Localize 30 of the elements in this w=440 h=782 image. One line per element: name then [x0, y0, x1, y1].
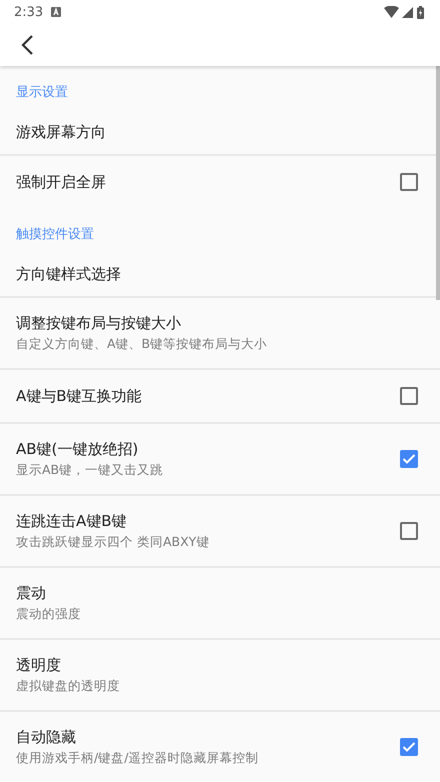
setting-title[interactable]: 强制开启全屏: [16, 172, 400, 192]
setting-title[interactable]: 自动隐藏: [16, 728, 400, 746]
setting-summary: 使用游戏手柄/键盘/遥控器时隐藏屏幕控制: [16, 750, 260, 766]
setting-title[interactable]: 震动: [16, 584, 418, 602]
setting-summary: 震动的强度: [16, 606, 82, 622]
battery-icon: [417, 6, 424, 18]
checkbox[interactable]: [400, 738, 418, 756]
signal-icon: [402, 6, 413, 18]
setting-title[interactable]: A键与B键互换功能: [16, 386, 400, 406]
setting-title[interactable]: AB键(一键放绝招): [16, 440, 400, 458]
checkbox[interactable]: [400, 173, 418, 191]
setting-summary: 虚拟键盘的透明度: [16, 678, 121, 694]
setting-title[interactable]: 透明度: [16, 656, 418, 674]
setting-title[interactable]: 连跳连击A键B键: [16, 512, 400, 530]
setting-summary: 自定义方向键、A键、B键等按键布局与大小: [16, 336, 268, 352]
notification-icon: [51, 7, 62, 17]
status-time: 2:33: [14, 4, 44, 20]
setting-summary: 攻击跳跃键显示四个 类同ABXY键: [16, 534, 210, 550]
section-header: 显示设置: [16, 84, 68, 100]
setting-summary: 显示AB键，一键又击又跳: [16, 462, 164, 478]
scrollbar[interactable]: [436, 66, 440, 300]
back-icon: [20, 34, 34, 56]
checkbox[interactable]: [400, 522, 418, 540]
setting-title[interactable]: 游戏屏幕方向: [16, 123, 418, 142]
wifi-icon: [384, 6, 399, 18]
checkbox[interactable]: [400, 387, 418, 405]
setting-title[interactable]: 调整按键布局与按键大小: [16, 314, 418, 332]
checkbox[interactable]: [400, 450, 418, 468]
setting-title[interactable]: 方向键样式选择: [16, 265, 418, 284]
section-header: 触摸控件设置: [16, 226, 94, 242]
